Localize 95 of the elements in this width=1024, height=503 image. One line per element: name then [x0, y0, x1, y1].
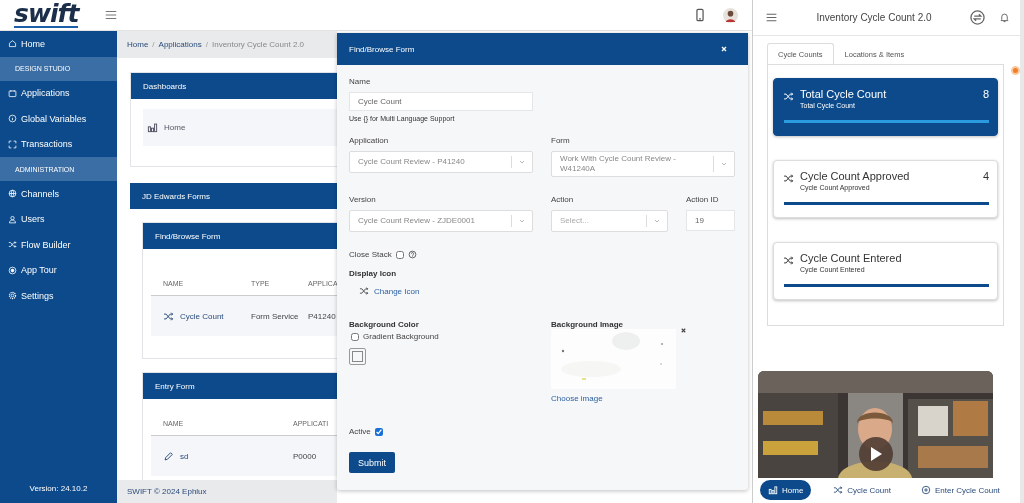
dialog-title: Find/Browse Form	[349, 44, 415, 54]
app-title: Inventory Cycle Count 2.0	[815, 12, 933, 23]
breadcrumb-link[interactable]: Applications	[158, 40, 202, 49]
info-icon	[8, 114, 17, 124]
sidebar-item[interactable]: Home	[0, 31, 117, 57]
checkbox[interactable]	[351, 332, 359, 341]
sidebar-item[interactable]: Transactions	[0, 131, 117, 157]
field-label: Name	[349, 77, 372, 86]
shuffle-icon	[359, 286, 369, 296]
sidebar-item[interactable]: Settings	[0, 283, 117, 309]
shuffle-icon	[833, 485, 844, 495]
checkbox-label: Gradient Background	[363, 332, 439, 341]
sidebar-item[interactable]: Global Variables	[0, 106, 117, 132]
section-label: Display Icon	[349, 269, 398, 278]
section-label: Background Image	[551, 320, 623, 329]
choose-image-link[interactable]: Choose image	[551, 394, 603, 403]
count-value: 4	[982, 170, 989, 182]
shuffle-icon	[783, 255, 794, 266]
checkbox[interactable]	[374, 427, 383, 436]
phone-icon[interactable]	[693, 6, 707, 24]
nav-item[interactable]: Enter Cycle Count	[912, 480, 1008, 500]
notification-dot	[1011, 66, 1020, 75]
shuffle-icon	[8, 240, 17, 250]
shuffle-icon	[163, 310, 174, 322]
sidebar-item[interactable]: Channels	[0, 181, 117, 207]
shuffle-icon	[783, 173, 794, 184]
nav-item[interactable]: Cycle Count	[825, 480, 899, 500]
field-label: Action ID	[686, 195, 720, 204]
section-label: Background Color	[349, 320, 419, 329]
remove-image-icon[interactable]	[680, 327, 687, 334]
plus-circle-icon	[920, 485, 931, 495]
caret-icon	[653, 217, 661, 225]
bar-chart-icon	[147, 122, 158, 133]
name-link[interactable]: sd	[180, 451, 189, 461]
nav-item[interactable]: Home	[760, 480, 812, 500]
caret-icon	[518, 158, 526, 166]
play-icon	[870, 447, 882, 461]
section-header: JD Edwards Forms	[130, 183, 337, 209]
avatar-icon[interactable]	[723, 7, 738, 23]
breadcrumb-separator: /	[205, 40, 208, 49]
caret-icon	[720, 160, 728, 168]
text-field[interactable]: Cycle Count	[349, 92, 533, 111]
field-label: Form	[551, 136, 571, 145]
settings-icon	[8, 291, 17, 301]
bell-icon[interactable]	[999, 12, 1010, 23]
breadcrumb-current: Inventory Cycle Count 2.0	[211, 40, 304, 49]
card-header: Entry Form	[143, 373, 337, 399]
expand-icon	[8, 139, 17, 149]
sidebar-item[interactable]: Flow Builder	[0, 232, 117, 258]
breadcrumb-separator: /	[152, 40, 155, 49]
calendar-icon	[8, 88, 17, 98]
field-label: Action	[551, 195, 575, 204]
dropdown[interactable]: Work With Cycle Count Review - W41240A	[551, 151, 735, 177]
sidebar-item[interactable]: Applications	[0, 80, 117, 106]
globe-icon	[8, 189, 17, 199]
card-header: Dashboards	[131, 73, 337, 99]
dashboard-item[interactable]: Home	[143, 109, 337, 146]
logo[interactable]: swift	[14, 2, 79, 28]
version-label: Version: 24.10.2	[28, 484, 89, 493]
footer-text: SWIFT © 2024 Ephlux	[117, 480, 337, 503]
help-icon	[407, 250, 417, 259]
card-header: Find/Browse Form	[143, 223, 337, 249]
color-swatch[interactable]	[349, 348, 366, 365]
home-icon	[8, 39, 17, 49]
card-title: Cycle Count Approved	[800, 170, 911, 183]
checkbox-label: Active	[349, 427, 371, 436]
field-label: Application	[349, 136, 390, 145]
shuffle-icon	[783, 91, 794, 102]
table-cell: P41240	[308, 310, 337, 322]
pencil-icon	[163, 450, 174, 462]
sidebar-item[interactable]: Users	[0, 206, 117, 232]
user-icon	[8, 214, 17, 224]
submit-button[interactable]: Submit	[349, 452, 395, 473]
checkbox[interactable]	[395, 250, 404, 259]
target-icon	[8, 265, 17, 275]
name-link[interactable]: Cycle Count	[180, 311, 224, 321]
close-icon[interactable]	[720, 45, 728, 53]
field-label: Version	[349, 195, 377, 204]
bar-chart-icon	[768, 485, 778, 495]
change-icon-link[interactable]: Change Icon	[374, 286, 420, 296]
table-cell-text: Form Service	[251, 310, 300, 322]
menu-icon[interactable]	[104, 8, 119, 22]
caret-icon	[518, 217, 526, 225]
sidebar-item[interactable]: App Tour	[0, 257, 117, 283]
swap-icon[interactable]	[970, 10, 985, 25]
dropdown[interactable]: Cycle Count Review - P41240	[349, 151, 533, 173]
count-value: 8	[982, 88, 989, 100]
checkbox-label: Close Stack	[349, 250, 392, 259]
card-title: Total Cycle Count	[800, 88, 888, 101]
table-cell-text: P0000	[293, 450, 318, 462]
text-field[interactable]: 19	[686, 210, 735, 231]
menu-icon[interactable]	[765, 11, 778, 24]
card-title: Cycle Count Entered	[800, 252, 903, 265]
breadcrumb-link[interactable]: Home	[127, 40, 149, 49]
dropdown[interactable]: Cycle Count Review - ZJDE0001	[349, 210, 533, 232]
